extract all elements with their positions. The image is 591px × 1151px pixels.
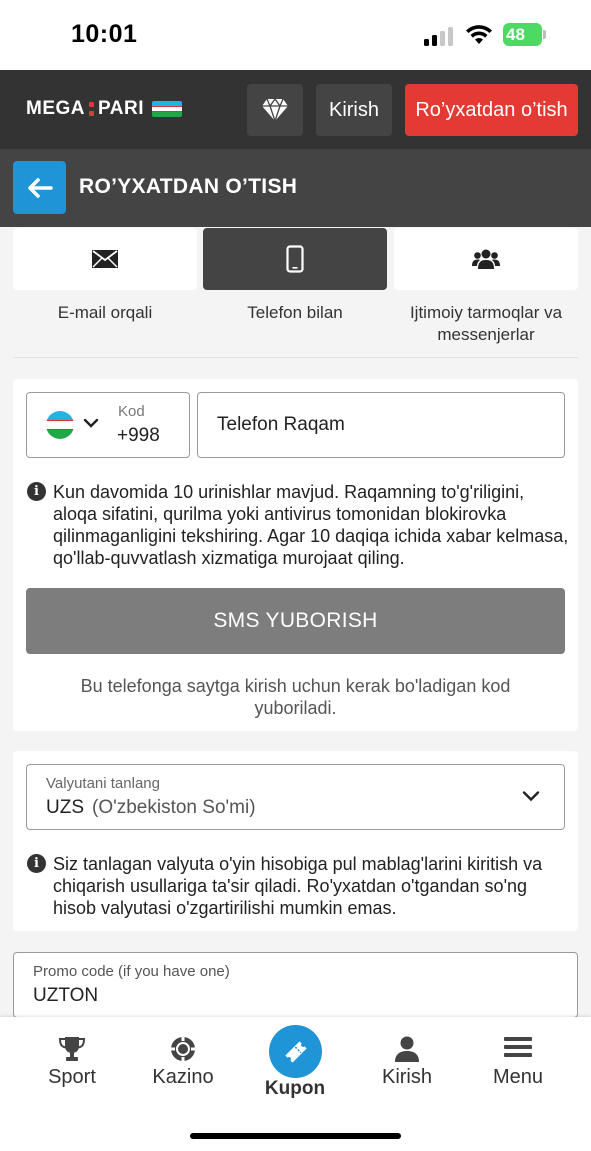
nav-sport-label: Sport (48, 1066, 96, 1088)
chevron-down-icon (522, 791, 540, 802)
sms-note-text: Bu telefonga saytga kirish uchun kerak b… (80, 676, 511, 718)
nav-sport[interactable]: Sport (17, 1017, 127, 1117)
currency-info-text: Siz tanlagan valyuta o'yin hisobiga pul … (53, 854, 543, 918)
uzbekistan-flag-icon (151, 101, 182, 117)
chevron-down-icon (83, 418, 99, 428)
currency-name: (O'zbekiston So'mi) (92, 797, 256, 818)
nav-kirish-label: Kirish (381, 1066, 432, 1088)
wifi-icon (466, 25, 492, 44)
megapari-logo[interactable]: MEGA PARI (26, 98, 182, 120)
tab-social[interactable] (394, 228, 578, 290)
tab-social-label: Ijtimoiy tarmoqlar va messenjerlar (409, 303, 563, 344)
attempts-info-text: Kun davomida 10 urinishlar mavjud. Raqam… (53, 482, 569, 568)
login-button[interactable]: Kirish (316, 84, 392, 136)
status-time: 10:01 (71, 20, 138, 48)
logo-text-right: PARI (98, 98, 144, 119)
country-code-value: +998 (117, 425, 160, 446)
trophy-icon (58, 1037, 86, 1061)
arrow-left-icon (27, 177, 53, 198)
nav-menu[interactable]: Menu (463, 1017, 573, 1117)
status-bar: 10:01 48 (0, 0, 591, 70)
promo-code-input[interactable]: Promo code (if you have one) UZTON (13, 952, 578, 1018)
nav-menu-label: Menu (492, 1066, 544, 1088)
currency-select[interactable]: Valyutani tanlang UZS (O'zbekiston So'mi) (26, 764, 565, 830)
vip-diamond-button[interactable] (247, 84, 303, 136)
country-code-select[interactable]: Kod +998 (26, 392, 190, 458)
page-title: RO’YXATDAN O’TISH (79, 175, 298, 198)
phone-number-input[interactable]: Telefon Raqam (197, 392, 565, 458)
users-icon (472, 249, 500, 269)
tab-phone[interactable] (203, 228, 387, 290)
divider (13, 357, 578, 358)
nav-kupon-label: Kupon (264, 1078, 326, 1099)
currency-label: Valyutani tanlang (46, 775, 160, 792)
nav-kazino-label: Kazino (152, 1066, 214, 1088)
cellular-signal-icon (424, 26, 456, 46)
nav-kupon[interactable] (269, 1025, 322, 1078)
currency-code: UZS (46, 797, 84, 818)
tab-phone-label: Telefon bilan (247, 303, 343, 322)
nav-kirish[interactable]: Kirish (352, 1017, 462, 1117)
page-header: RO’YXATDAN O’TISH (0, 149, 591, 227)
bottom-navigation: Sport Kazino Kupon Kirish Menu (0, 1017, 591, 1151)
currency-value: UZS (O'zbekiston So'mi) (46, 797, 256, 819)
logo-text-left: MEGA (26, 98, 85, 119)
tab-email-label: E-mail orqali (57, 303, 153, 322)
hamburger-menu-icon (504, 1037, 532, 1057)
casino-chip-icon (171, 1037, 195, 1061)
back-button[interactable] (13, 161, 66, 214)
phone-icon (286, 245, 304, 273)
user-icon (395, 1036, 419, 1062)
tab-email[interactable] (13, 228, 197, 290)
home-indicator[interactable] (190, 1133, 401, 1139)
send-sms-button[interactable]: SMS YUBORISH (26, 588, 565, 654)
diamond-icon (262, 98, 288, 122)
country-code-label: Kod (118, 403, 145, 420)
battery-level: 48 (503, 23, 542, 46)
promo-code-label: Promo code (if you have one) (33, 963, 230, 980)
envelope-icon (92, 250, 118, 268)
ticket-icon (284, 1040, 307, 1063)
nav-kazino[interactable]: Kazino (128, 1017, 238, 1117)
battery-icon: 48 (503, 23, 546, 46)
register-button[interactable]: Ro’yxatdan o’tish (405, 84, 578, 136)
info-icon: i (27, 482, 46, 501)
top-header: MEGA PARI Kirish Ro’yxatdan o’tish (0, 70, 591, 149)
promo-code-value: UZTON (33, 985, 99, 1006)
uzbekistan-flag-icon (46, 411, 74, 439)
info-icon: i (27, 854, 46, 873)
